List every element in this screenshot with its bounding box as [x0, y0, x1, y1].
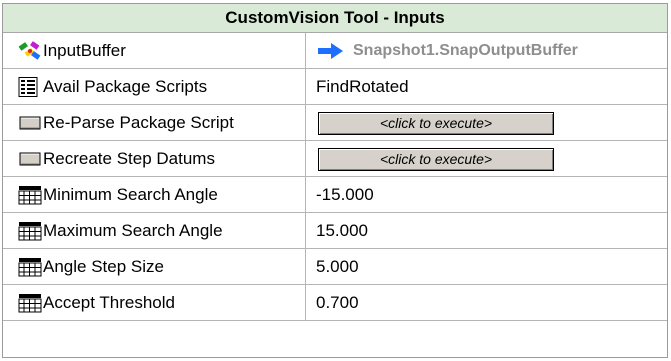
row-label: InputBuffer: [43, 41, 126, 60]
label-cell: Recreate Step Datums: [3, 141, 306, 176]
panel-title: CustomVision Tool - Inputs: [3, 4, 667, 33]
script-select-value[interactable]: FindRotated: [316, 69, 409, 104]
row-avail-package-scripts[interactable]: Avail Package Scripts FindRotated: [3, 69, 667, 105]
row-label: Accept Threshold: [43, 293, 175, 312]
angle-step-value[interactable]: 5.000: [316, 249, 359, 284]
row-label: Recreate Step Datums: [43, 149, 215, 168]
label-cell: Minimum Search Angle: [3, 177, 306, 212]
label-cell: Angle Step Size: [3, 249, 306, 284]
row-label: Re-Parse Package Script: [43, 113, 234, 132]
label-cell: InputBuffer: [3, 33, 306, 68]
numeric-keypad-icon: [18, 221, 42, 241]
button-icon: [18, 149, 42, 169]
label-cell: Accept Threshold: [3, 285, 306, 320]
row-input-buffer[interactable]: InputBuffer Snapshot1.SnapOutputBuffer: [3, 33, 667, 69]
label-cell: Maximum Search Angle: [3, 213, 306, 248]
numeric-keypad-icon: [18, 257, 42, 277]
row-label: Avail Package Scripts: [43, 77, 208, 96]
script-list-icon: [18, 77, 42, 97]
row-accept-threshold[interactable]: Accept Threshold 0.700: [3, 285, 667, 321]
row-label: Maximum Search Angle: [43, 221, 223, 240]
reparse-execute-button[interactable]: <click to execute>: [318, 112, 554, 135]
numeric-keypad-icon: [18, 293, 42, 313]
inputs-panel: CustomVision Tool - Inputs InputBuffer S…: [2, 3, 668, 358]
row-recreate-step-datums[interactable]: Recreate Step Datums <click to execute>: [3, 141, 667, 177]
min-angle-value[interactable]: -15.000: [316, 177, 374, 212]
max-angle-value[interactable]: 15.000: [316, 213, 368, 248]
linked-buffer-name: Snapshot1.SnapOutputBuffer: [353, 42, 578, 59]
label-cell: Avail Package Scripts: [3, 69, 306, 104]
button-icon: [18, 113, 42, 133]
row-maximum-search-angle[interactable]: Maximum Search Angle 15.000: [3, 213, 667, 249]
accept-threshold-value[interactable]: 0.700: [316, 285, 359, 320]
row-angle-step-size[interactable]: Angle Step Size 5.000: [3, 249, 667, 285]
row-label: Minimum Search Angle: [43, 185, 218, 204]
row-reparse-package-script[interactable]: Re-Parse Package Script <click to execut…: [3, 105, 667, 141]
right-arrow-icon: [318, 43, 343, 59]
label-cell: Re-Parse Package Script: [3, 105, 306, 140]
row-minimum-search-angle[interactable]: Minimum Search Angle -15.000: [3, 177, 667, 213]
multicolor-link-icon: [18, 41, 42, 61]
row-label: Angle Step Size: [43, 257, 164, 276]
numeric-keypad-icon: [18, 185, 42, 205]
recreate-execute-button[interactable]: <click to execute>: [318, 148, 554, 171]
